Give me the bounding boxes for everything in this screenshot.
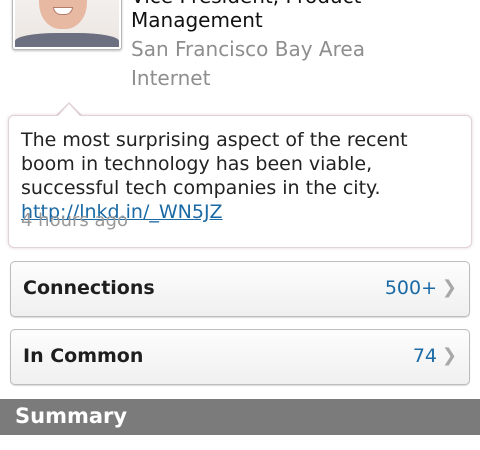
avatar-shirt (15, 33, 119, 47)
connections-count: 500+ (384, 277, 437, 299)
profile-industry: Internet (131, 66, 211, 90)
summary-title: Summary (15, 404, 128, 428)
chevron-right-icon: ❯ (441, 345, 457, 366)
in-common-row[interactable]: In Common 74 ❯ (10, 329, 470, 385)
profile-photo (15, 0, 119, 47)
update-caret (58, 104, 80, 116)
profile-title-first-line: Vice President, Product (131, 0, 361, 8)
profile-header: Vice President, Product Management San F… (0, 0, 480, 100)
summary-section-header: Summary (0, 399, 480, 435)
connections-label: Connections (23, 277, 155, 299)
profile-title-second-line: Management (131, 8, 263, 32)
in-common-label: In Common (23, 345, 144, 367)
summary-content-area (0, 435, 480, 450)
status-update-time: 4 hours ago (21, 210, 128, 231)
chevron-right-icon: ❯ (441, 277, 457, 298)
avatar[interactable] (12, 0, 122, 50)
connections-row[interactable]: Connections 500+ ❯ (10, 261, 470, 317)
profile-location: San Francisco Bay Area (131, 37, 365, 61)
status-update-message: The most surprising aspect of the recent… (21, 129, 408, 199)
status-update-card: The most surprising aspect of the recent… (8, 115, 472, 248)
in-common-count: 74 (412, 345, 437, 367)
